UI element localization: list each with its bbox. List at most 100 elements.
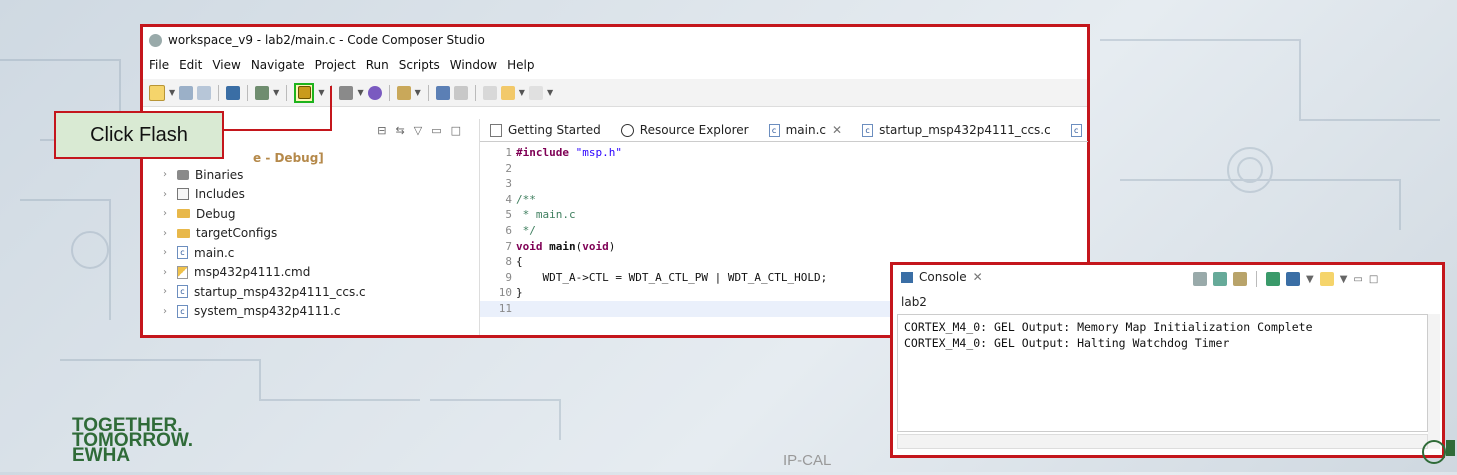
chevron-right-icon[interactable]: › (163, 169, 171, 180)
word-wrap-icon[interactable] (1233, 272, 1247, 286)
open-perspective-icon[interactable] (435, 85, 450, 100)
code-line: 5 * main.c (480, 207, 1088, 223)
line-number: 1 (505, 146, 512, 159)
tab-main-c[interactable]: c main.c ✕ (758, 119, 853, 141)
code-text: { (516, 255, 523, 269)
new-dropdown-icon[interactable]: ▼ (169, 88, 175, 97)
forward-dropdown-icon[interactable]: ▼ (547, 88, 553, 97)
menu-scripts[interactable]: Scripts (399, 58, 440, 72)
minimize-icon[interactable]: ▭ (1353, 274, 1362, 285)
console-line: CORTEX_M4_0: GEL Output: Halting Watchdo… (904, 336, 1230, 350)
tree-item-startup[interactable]: › c startup_msp432p4111_ccs.c (163, 282, 366, 302)
chevron-right-icon[interactable]: › (163, 286, 171, 297)
build-icon[interactable] (255, 85, 270, 100)
code-text: * main.c (516, 208, 576, 222)
tree-item-label: startup_msp432p4111_ccs.c (194, 284, 366, 299)
callout-connector (224, 129, 332, 131)
debug-tools-dropdown-icon[interactable]: ▼ (357, 88, 363, 97)
tree-item-includes[interactable]: › Includes (163, 185, 366, 205)
forward-arrow-icon[interactable] (528, 85, 543, 100)
tree-item-targetconfigs[interactable]: › targetConfigs (163, 224, 366, 244)
last-edit-icon[interactable] (482, 85, 497, 100)
console-output[interactable]: CORTEX_M4_0: GEL Output: Memory Map Init… (897, 314, 1428, 432)
save-all-icon[interactable] (197, 85, 212, 100)
console-toggle-icon[interactable] (226, 85, 241, 100)
tab-label: startup_msp432p4111_ccs.c (879, 123, 1051, 137)
includes-icon (177, 188, 189, 201)
open-dropdown-icon[interactable]: ▼ (1340, 274, 1348, 285)
menu-project[interactable]: Project (315, 58, 356, 72)
chevron-right-icon[interactable]: › (163, 267, 171, 278)
task-list-icon[interactable] (453, 85, 468, 100)
tree-item-label: msp432p4111.cmd (194, 265, 311, 280)
tree-item-system[interactable]: › c system_msp432p4111.c (163, 302, 366, 322)
open-console-icon[interactable] (1319, 272, 1334, 286)
console-title[interactable]: Console (919, 270, 967, 284)
main-toolbar: ▼ ▼ ▼ ▼ ▼ ▼ ▼ (143, 79, 1087, 107)
line-number: 9 (505, 270, 512, 284)
project-tree: › Binaries › Includes › Debug › targetConfig… (163, 165, 366, 321)
c-file-icon: c (177, 285, 188, 299)
tab-overflow[interactable]: c (1061, 119, 1092, 141)
maximize-icon[interactable]: □ (1369, 274, 1378, 285)
tab-startup[interactable]: c startup_msp432p4111_ccs.c (852, 119, 1061, 141)
code-line: 3 (480, 176, 1088, 192)
vertical-scrollbar[interactable] (1428, 314, 1440, 449)
pin-icon[interactable] (396, 85, 411, 100)
back-arrow-icon[interactable] (500, 85, 515, 100)
close-icon[interactable]: ✕ (832, 123, 842, 137)
menu-run[interactable]: Run (366, 58, 389, 72)
tree-item-binaries[interactable]: › Binaries (163, 165, 366, 185)
console-panel: Console ✕ ▼ ▼ ▭ □ lab2 CORTEX_M4_0: GEL … (890, 262, 1445, 458)
tree-item-cmd[interactable]: › msp432p4111.cmd (163, 263, 366, 283)
chevron-right-icon[interactable]: › (163, 247, 171, 258)
tree-item-label: system_msp432p4111.c (194, 304, 341, 319)
menu-file[interactable]: File (149, 58, 169, 72)
chevron-right-icon[interactable]: › (163, 189, 171, 200)
menu-edit[interactable]: Edit (179, 58, 202, 72)
search-icon[interactable] (367, 85, 382, 100)
new-icon[interactable] (149, 84, 165, 101)
tab-label: Getting Started (508, 123, 601, 137)
tab-getting-started[interactable]: Getting Started (480, 119, 611, 141)
flash-dropdown-icon[interactable]: ▼ (318, 88, 324, 97)
pin-console-icon[interactable] (1266, 272, 1280, 286)
clear-console-icon[interactable] (1193, 272, 1207, 286)
display-console-icon[interactable] (1286, 272, 1300, 286)
back-dropdown-icon[interactable]: ▼ (519, 88, 525, 97)
line-number: 5 (505, 208, 512, 222)
build-dropdown-icon[interactable]: ▼ (273, 88, 279, 97)
console-icon (901, 271, 913, 283)
display-dropdown-icon[interactable]: ▼ (1306, 274, 1314, 285)
collapse-all-icon[interactable]: ⊟ (377, 124, 386, 137)
chevron-right-icon[interactable]: › (163, 228, 171, 239)
tree-item-main-c[interactable]: › c main.c (163, 243, 366, 263)
project-label[interactable]: e - Debug] (253, 151, 324, 165)
menu-navigate[interactable]: Navigate (251, 58, 305, 72)
c-file-icon: c (768, 123, 780, 137)
horizontal-scrollbar[interactable] (897, 434, 1428, 449)
chevron-right-icon[interactable]: › (163, 208, 171, 219)
c-file-icon: c (862, 123, 874, 137)
view-menu-icon[interactable]: ▽ (414, 124, 422, 137)
chevron-right-icon[interactable]: › (163, 306, 171, 317)
tree-item-debug[interactable]: › Debug (163, 204, 366, 224)
tree-item-label: Debug (196, 206, 236, 221)
flash-button-icon[interactable] (294, 82, 315, 103)
tab-resource-explorer[interactable]: Resource Explorer (611, 119, 759, 141)
debug-tools-icon[interactable] (339, 85, 354, 100)
link-editor-icon[interactable]: ⇆ (396, 124, 405, 137)
footer-page-text: IP-CAL (783, 452, 832, 469)
c-file-icon: c (1070, 123, 1082, 137)
binaries-icon (177, 169, 189, 180)
toolbar-separator (427, 84, 429, 101)
pin-dropdown-icon[interactable]: ▼ (415, 88, 421, 97)
menu-help[interactable]: Help (507, 58, 534, 72)
minimize-icon[interactable]: ▭ (431, 124, 441, 137)
menu-window[interactable]: Window (450, 58, 497, 72)
close-icon[interactable]: ✕ (973, 270, 983, 284)
menu-view[interactable]: View (212, 58, 240, 72)
maximize-icon[interactable]: □ (451, 124, 461, 137)
scroll-lock-icon[interactable] (1213, 272, 1227, 286)
save-icon[interactable] (179, 85, 194, 100)
